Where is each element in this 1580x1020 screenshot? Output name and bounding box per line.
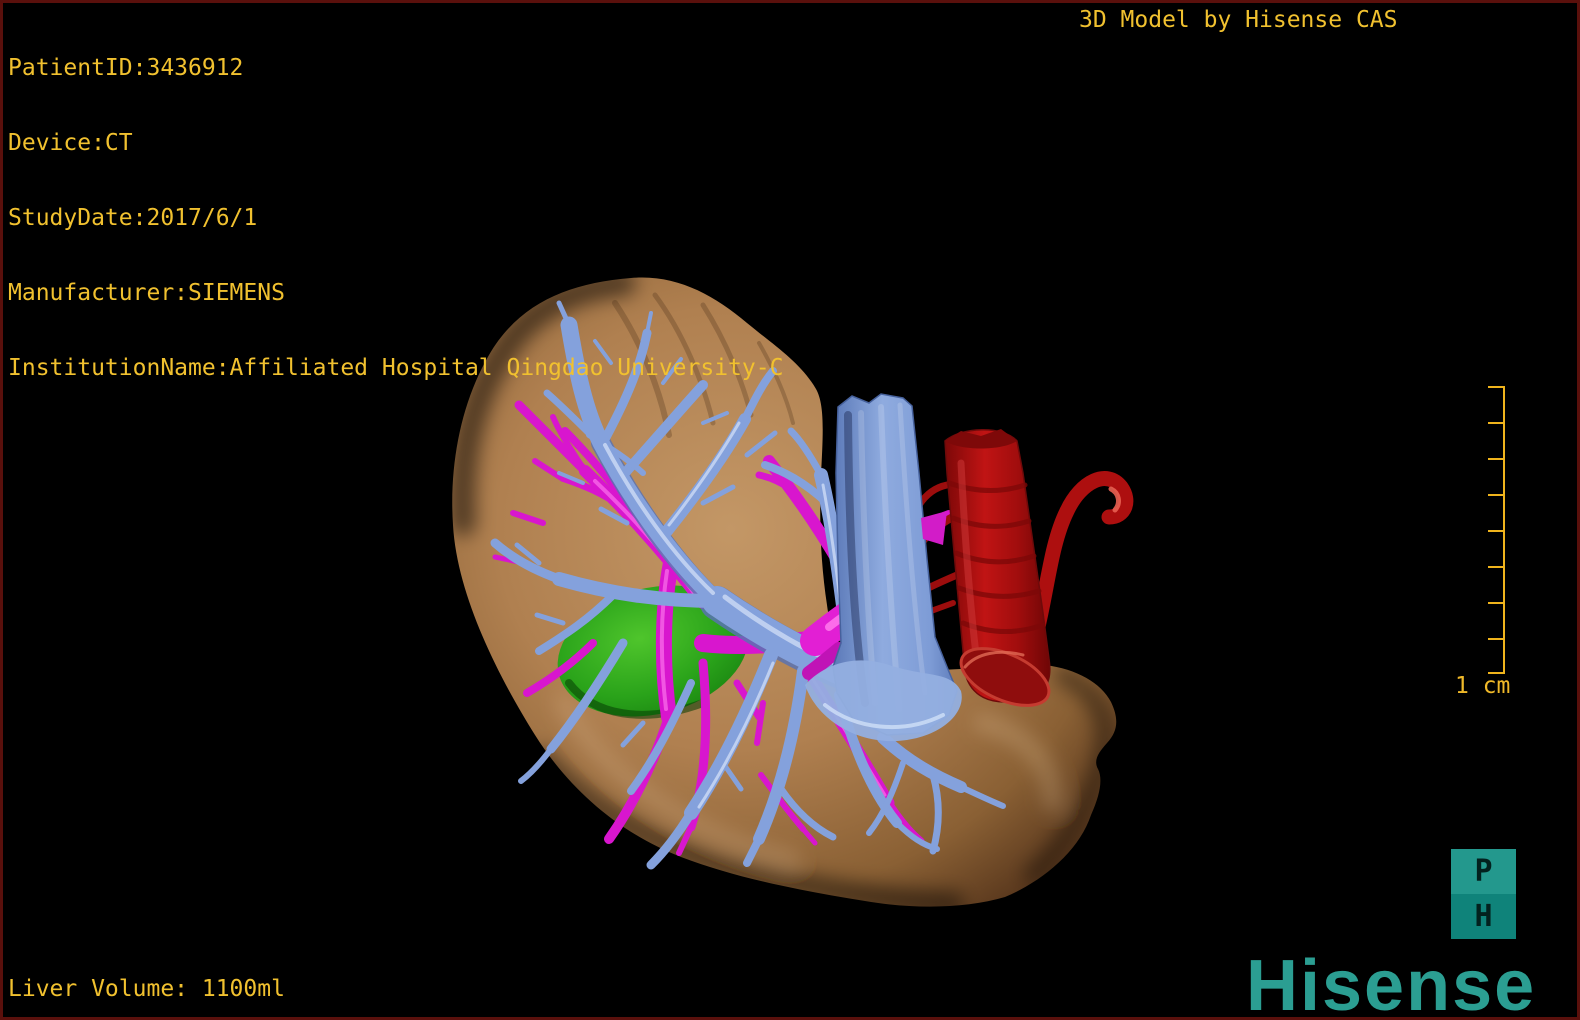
scale-bar-tick (1488, 602, 1504, 604)
ph-badge-letter-p: P (1451, 849, 1516, 894)
ph-badge-icon: P H (1451, 849, 1516, 939)
ph-badge-letter-h: H (1451, 894, 1516, 939)
inferior-vena-cava (805, 393, 962, 742)
scale-bar-tick (1488, 638, 1504, 640)
patient-id-line: PatientID:3436912 (8, 55, 244, 81)
patient-info-block: PatientID:3436912 Device:CT StudyDate:20… (8, 6, 783, 431)
manufacturer-line: Manufacturer:SIEMENS (8, 280, 285, 306)
liver-volume-label: Liver Volume: 1100ml (8, 976, 285, 1002)
scale-bar-tick (1488, 530, 1504, 532)
scale-bar: 1 cm (1443, 383, 1523, 703)
institution-line: InstitutionName:Affiliated Hospital Qing… (8, 355, 784, 381)
study-date-line: StudyDate:2017/6/1 (8, 205, 258, 231)
hisense-logo: Hisense (1246, 946, 1537, 1020)
application-window: PatientID:3436912 Device:CT StudyDate:20… (0, 0, 1580, 1020)
app-watermark: 3D Model by Hisense CAS (1079, 7, 1398, 33)
scale-bar-tick (1488, 494, 1504, 496)
scale-bar-tick (1488, 422, 1504, 424)
scale-bar-tick (1488, 386, 1504, 388)
scale-bar-tick (1488, 566, 1504, 568)
scale-bar-label: 1 cm (1455, 673, 1511, 699)
device-line: Device:CT (8, 130, 133, 156)
scale-bar-tick (1488, 458, 1504, 460)
